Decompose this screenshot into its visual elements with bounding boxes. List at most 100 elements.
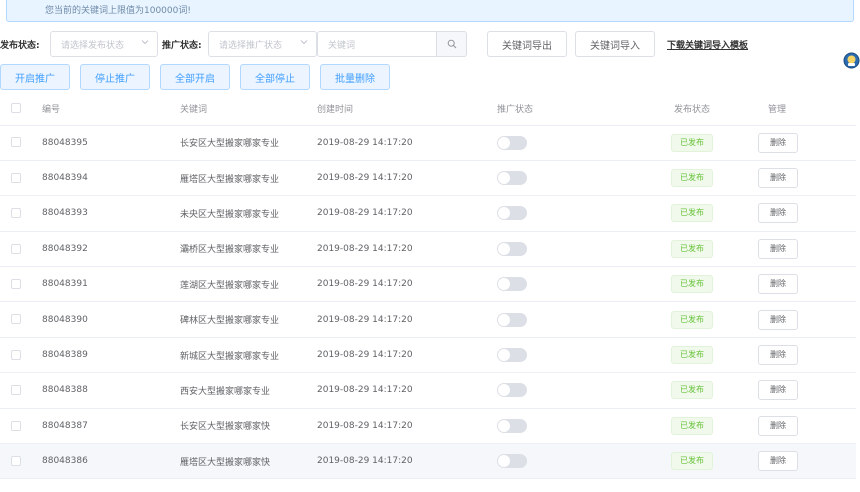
- row-checkbox[interactable]: [11, 314, 21, 325]
- row-checkbox[interactable]: [11, 243, 21, 254]
- row-created-time: 2019-08-29 14:17:20: [317, 337, 497, 374]
- delete-button[interactable]: 删除: [758, 451, 798, 472]
- promo-toggle[interactable]: [497, 454, 527, 469]
- row-id: 88048387: [42, 408, 180, 445]
- keyword-table: 编号 关键词 创建时间 推广状态 发布状态 管理 88048395 长安区大型搬家…: [0, 92, 856, 480]
- customer-service-icon[interactable]: [843, 52, 860, 69]
- row-keyword: 未央区大型搬家哪家专业: [180, 195, 317, 232]
- publish-status-badge: 已发布: [671, 346, 713, 365]
- row-keyword: 雁塔区大型搬家哪家快: [180, 443, 317, 480]
- row-checkbox[interactable]: [11, 208, 21, 219]
- row-id: 88048389: [42, 337, 180, 374]
- delete-button[interactable]: 删除: [758, 168, 798, 189]
- enable-all-button[interactable]: 全部开启: [160, 64, 230, 90]
- promo-status-select[interactable]: 请选择推广状态: [208, 31, 317, 57]
- row-created-time: 2019-08-29 14:17:20: [317, 160, 497, 197]
- keyword-search-input[interactable]: 关键词: [317, 31, 437, 57]
- table-row: 88048394 雁塔区大型搬家哪家专业 2019-08-29 14:17:20 已发…: [0, 160, 856, 197]
- row-created-time: 2019-08-29 14:17:20: [317, 266, 497, 303]
- header-created: 创建时间: [317, 92, 497, 126]
- select-all-checkbox[interactable]: [11, 103, 21, 113]
- delete-button[interactable]: 删除: [758, 309, 798, 330]
- stop-all-button[interactable]: 全部停止: [240, 64, 310, 90]
- search-button[interactable]: [437, 31, 467, 57]
- promo-toggle[interactable]: [497, 418, 527, 433]
- promo-toggle[interactable]: [497, 348, 527, 363]
- row-checkbox[interactable]: [11, 385, 21, 396]
- delete-button[interactable]: 删除: [758, 274, 798, 295]
- promo-toggle[interactable]: [497, 135, 527, 150]
- publish-status-badge: 已发布: [671, 275, 713, 294]
- publish-status-badge: 已发布: [671, 169, 713, 188]
- table-row: 88048390 碑林区大型搬家哪家专业 2019-08-29 14:17:20 已发…: [0, 301, 856, 338]
- publish-status-badge: 已发布: [671, 416, 713, 435]
- row-checkbox[interactable]: [11, 172, 21, 183]
- stop-promo-button[interactable]: 停止推广: [80, 64, 150, 90]
- row-created-time: 2019-08-29 14:17:20: [317, 195, 497, 232]
- delete-button[interactable]: 删除: [758, 415, 798, 436]
- delete-button[interactable]: 删除: [758, 132, 798, 153]
- publish-status-label: 发布状态:: [0, 40, 40, 51]
- header-id: 编号: [42, 92, 180, 126]
- row-checkbox[interactable]: [11, 455, 21, 466]
- row-checkbox[interactable]: [11, 420, 21, 431]
- promo-toggle[interactable]: [497, 277, 527, 292]
- table-row: 88048389 新城区大型搬家哪家专业 2019-08-29 14:17:20 已发…: [0, 337, 856, 374]
- table-row: 88048392 灞桥区大型搬家哪家专业 2019-08-29 14:17:20 已发…: [0, 231, 856, 268]
- row-id: 88048394: [42, 160, 180, 197]
- delete-button[interactable]: 删除: [758, 345, 798, 366]
- delete-button[interactable]: 删除: [758, 203, 798, 224]
- publish-status-badge: 已发布: [671, 310, 713, 329]
- keyword-import-button[interactable]: 关键词导入: [575, 31, 655, 57]
- start-promo-button[interactable]: 开启推广: [0, 64, 70, 90]
- chevron-down-icon: [141, 40, 149, 45]
- download-template-link[interactable]: 下载关键词导入模板: [667, 38, 748, 51]
- header-keyword: 关键词: [180, 92, 317, 126]
- row-created-time: 2019-08-29 14:17:20: [317, 372, 497, 409]
- publish-status-badge: 已发布: [671, 452, 713, 471]
- row-keyword: 长安区大型搬家哪家专业: [180, 125, 317, 161]
- row-id: 88048390: [42, 301, 180, 338]
- delete-button[interactable]: 删除: [758, 238, 798, 259]
- row-created-time: 2019-08-29 14:17:20: [317, 408, 497, 445]
- row-keyword: 碑林区大型搬家哪家专业: [180, 301, 317, 338]
- publish-status-select[interactable]: 请选择发布状态: [50, 31, 158, 57]
- promo-toggle[interactable]: [497, 383, 527, 398]
- header-promo-status: 推广状态: [497, 92, 626, 126]
- table-header-row: 编号 关键词 创建时间 推广状态 发布状态 管理: [0, 92, 856, 126]
- promo-toggle[interactable]: [497, 206, 527, 221]
- row-checkbox[interactable]: [11, 137, 21, 148]
- table-row: 88048393 未央区大型搬家哪家专业 2019-08-29 14:17:20 已发…: [0, 195, 856, 232]
- row-created-time: 2019-08-29 14:17:20: [317, 301, 497, 338]
- promo-status-placeholder: 请选择推广状态: [219, 40, 283, 51]
- table-row: 88048387 长安区大型搬家哪家快 2019-08-29 14:17:20 已发布…: [0, 408, 856, 445]
- promo-toggle[interactable]: [497, 171, 527, 186]
- promo-toggle[interactable]: [497, 241, 527, 256]
- search-icon: [447, 39, 456, 49]
- row-checkbox[interactable]: [11, 279, 21, 289]
- row-keyword: 长安区大型搬家哪家快: [180, 408, 317, 445]
- row-keyword: 新城区大型搬家哪家专业: [180, 337, 317, 374]
- filter-bar: 发布状态: 请选择发布状态 推广状态: 请选择推广状态 关键词 关键词导出 关键…: [0, 31, 748, 57]
- row-id: 88048388: [42, 372, 180, 409]
- row-id: 88048393: [42, 195, 180, 232]
- batch-delete-button[interactable]: 批量删除: [320, 64, 390, 90]
- keyword-limit-notice: 您当前的关键词上限值为100000词!: [6, 0, 854, 22]
- publish-status-badge: 已发布: [671, 381, 713, 400]
- delete-button[interactable]: 删除: [758, 380, 798, 401]
- header-publish-status: 发布状态: [626, 92, 758, 126]
- table-row: 88048395 长安区大型搬家哪家专业 2019-08-29 14:17:20 已发…: [0, 125, 856, 161]
- bulk-actions: 开启推广 停止推广 全部开启 全部停止 批量删除: [0, 64, 400, 90]
- table-row: 88048391 莲湖区大型搬家哪家专业 2019-08-29 14:17:20 已发…: [0, 266, 856, 303]
- publish-status-badge: 已发布: [671, 133, 713, 152]
- row-checkbox[interactable]: [11, 349, 21, 360]
- promo-toggle[interactable]: [497, 312, 527, 327]
- publish-status-badge: 已发布: [671, 204, 713, 223]
- row-keyword: 灞桥区大型搬家哪家专业: [180, 231, 317, 268]
- header-manage: 管理: [758, 92, 856, 126]
- row-id: 88048392: [42, 231, 180, 268]
- row-id: 88048395: [42, 125, 180, 161]
- row-keyword: 莲湖区大型搬家哪家专业: [180, 266, 317, 303]
- row-created-time: 2019-08-29 14:17:20: [317, 125, 497, 161]
- keyword-export-button[interactable]: 关键词导出: [487, 31, 567, 57]
